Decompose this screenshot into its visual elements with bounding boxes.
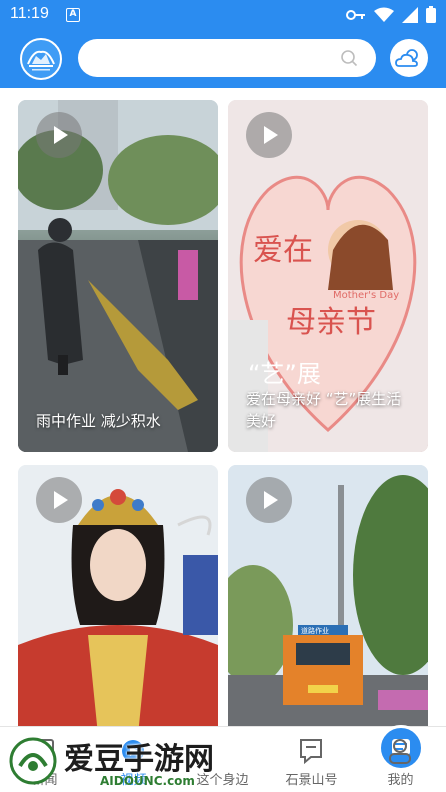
- bottom-navigation: 新闻 视频 这个身边 石景山号 我的: [0, 725, 446, 792]
- a-notification-icon: A: [66, 8, 80, 22]
- weather-button[interactable]: [390, 39, 428, 77]
- tab-news-label: 新闻: [31, 773, 58, 788]
- status-bar: 11:19 A: [0, 0, 446, 30]
- app-logo[interactable]: [20, 38, 62, 80]
- video-card[interactable]: 道路作业: [228, 465, 428, 730]
- tab-shijingshan[interactable]: 石景山号: [267, 735, 356, 792]
- play-icon[interactable]: [246, 477, 292, 523]
- profile-icon: [389, 739, 411, 764]
- wifi-icon: [374, 7, 394, 22]
- tab-nearby-label: 这个身边: [196, 773, 249, 788]
- tab-video[interactable]: 视频: [89, 735, 178, 792]
- tab-news[interactable]: 新闻: [0, 735, 89, 792]
- search-icon[interactable]: [340, 49, 358, 67]
- poster-subtitle-text: 母亲节: [286, 305, 376, 340]
- tab-profile-label: 我的: [387, 773, 414, 788]
- play-icon[interactable]: [36, 477, 82, 523]
- top-header: [0, 30, 446, 88]
- play-icon[interactable]: [36, 112, 82, 158]
- video-icon: [122, 740, 144, 762]
- video-card[interactable]: 雨中作业 减少积水: [18, 100, 218, 452]
- signal-icon: [402, 6, 418, 23]
- video-feed[interactable]: 雨中作业 减少积水 爱在 母亲节 Mother's Day “艺”展 爱在母亲好…: [0, 88, 446, 730]
- tab-video-label: 视频: [120, 773, 147, 788]
- video-caption: 爱在母亲好 “艺”展生活美好: [246, 390, 402, 430]
- tab-shijingshan-label: 石景山号: [285, 773, 338, 788]
- poster-en-text: Mother's Day: [333, 290, 399, 301]
- news-icon: [34, 739, 54, 763]
- search-bar[interactable]: [78, 39, 376, 77]
- tab-profile[interactable]: 我的: [356, 735, 445, 792]
- video-caption: 雨中作业 减少积水: [36, 412, 161, 430]
- video-card[interactable]: 爱在 母亲节 Mother's Day “艺”展 爱在母亲好 “艺”展生活美好: [228, 100, 428, 452]
- status-time: 11:19: [10, 5, 49, 22]
- truck-label-text: 道路作业: [301, 626, 329, 635]
- shijingshan-icon: [300, 739, 322, 765]
- poster-tag-text: “艺”展: [248, 360, 321, 388]
- play-icon[interactable]: [246, 112, 292, 158]
- battery-icon: [426, 6, 436, 23]
- video-card[interactable]: [18, 465, 218, 730]
- logo-emblem-icon: [27, 50, 55, 71]
- poster-title-text: 爱在: [253, 233, 313, 268]
- tab-nearby[interactable]: 这个身边: [178, 725, 424, 792]
- weather-icon: [395, 49, 418, 67]
- key-icon: [346, 9, 365, 20]
